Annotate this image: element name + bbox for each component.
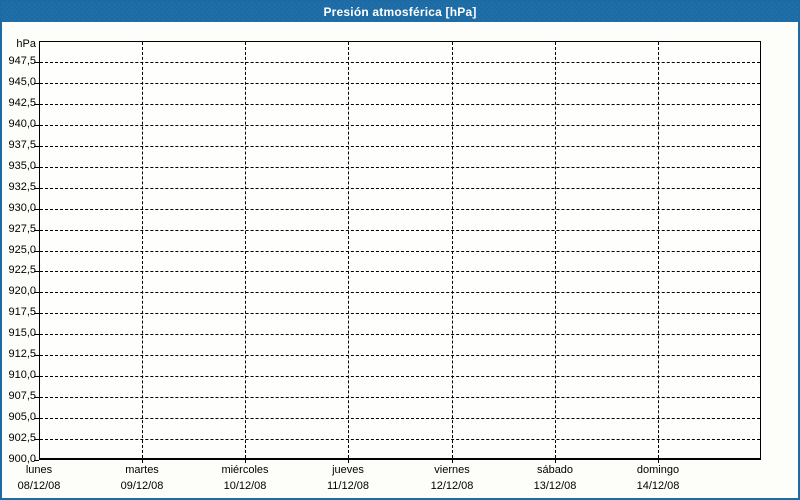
y-gridline	[40, 439, 760, 440]
y-tick-label: 940,0	[8, 118, 36, 130]
x-gridline	[348, 42, 349, 458]
y-gridline	[40, 230, 760, 231]
x-date-label: 11/12/08	[326, 480, 369, 492]
chart-title: Presión atmosférica [hPa]	[323, 5, 477, 19]
y-gridline	[40, 251, 760, 252]
y-tick-label: 930,0	[8, 202, 36, 214]
y-tick-label: 910,0	[8, 369, 36, 381]
y-gridline	[40, 355, 760, 356]
y-gridline	[40, 83, 760, 84]
y-tick-label: 922,5	[8, 264, 36, 276]
y-gridline	[40, 209, 760, 210]
x-day-label: sábado	[536, 464, 574, 476]
y-tick-label: 925,0	[8, 244, 36, 256]
y-tick-label: 917,5	[8, 306, 36, 318]
y-tick-label: 932,5	[8, 181, 36, 193]
x-gridline	[245, 42, 246, 458]
x-axis-tick	[142, 460, 143, 463]
y-gridline	[40, 418, 760, 419]
y-gridline	[40, 125, 760, 126]
y-gridline	[40, 188, 760, 189]
y-tick-label: 902,5	[8, 432, 36, 444]
y-tick-label: 907,5	[8, 390, 36, 402]
chart-title-bar: Presión atmosférica [hPa]	[2, 2, 798, 22]
y-tick-label: 937,5	[8, 139, 36, 151]
x-gridline	[452, 42, 453, 458]
x-day-label: jueves	[332, 464, 364, 476]
y-gridline	[40, 62, 760, 63]
y-gridline	[40, 104, 760, 105]
y-gridline	[40, 313, 760, 314]
x-axis-tick	[555, 460, 556, 463]
y-tick-label: 947,5	[8, 55, 36, 67]
x-axis-tick	[658, 460, 659, 463]
x-axis-tick	[348, 460, 349, 463]
y-gridline	[40, 376, 760, 377]
y-tick-label: 920,0	[8, 285, 36, 297]
y-gridline	[40, 271, 760, 272]
y-gridline	[40, 397, 760, 398]
x-day-label: martes	[125, 464, 159, 476]
x-gridline	[142, 42, 143, 458]
y-tick-label: 905,0	[8, 411, 36, 423]
y-tick-label: 945,0	[8, 76, 36, 88]
x-date-label: 10/12/08	[223, 480, 267, 492]
y-gridline	[40, 167, 760, 168]
y-axis-unit-label: hPa	[16, 38, 36, 50]
y-tick-label: 912,5	[8, 348, 36, 360]
x-axis-tick	[452, 460, 453, 463]
pressure-chart-window: Presión atmosférica [hPa] hPa 947,5 945,0…	[0, 0, 800, 500]
x-date-label: 09/12/08	[120, 480, 164, 492]
y-tick-label: 935,0	[8, 160, 36, 172]
x-day-label: miércoles	[221, 464, 269, 476]
x-day-label: lunes	[25, 464, 53, 476]
x-axis-tick	[245, 460, 246, 463]
x-date-label: 14/12/08	[636, 480, 680, 492]
y-gridline	[40, 292, 760, 293]
plot-area	[39, 41, 761, 460]
x-day-label: domingo	[636, 464, 680, 476]
x-gridline	[658, 42, 659, 458]
x-gridline	[555, 42, 556, 458]
y-gridline	[40, 334, 760, 335]
y-gridline	[40, 146, 760, 147]
x-date-label: 12/12/08	[430, 480, 474, 492]
x-date-label: 08/12/08	[17, 480, 61, 492]
x-day-label: viernes	[434, 464, 470, 476]
y-tick-label: 927,5	[8, 223, 36, 235]
y-tick-label: 942,5	[8, 97, 36, 109]
y-tick-label: 915,0	[8, 327, 36, 339]
x-date-label: 13/12/08	[533, 480, 577, 492]
